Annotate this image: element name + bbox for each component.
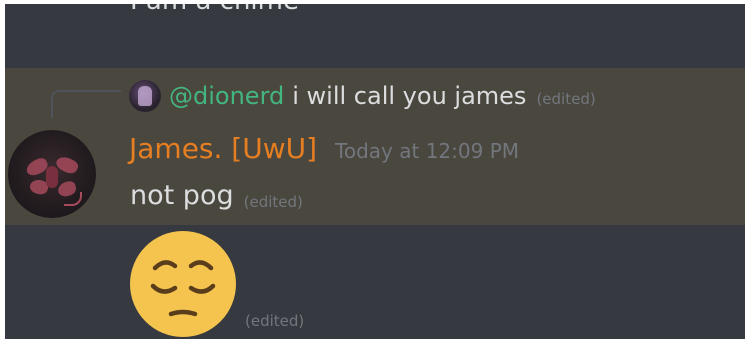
reply-text: i will call you james: [292, 82, 527, 110]
reply-reference[interactable]: @dionerd i will call you james (edited): [129, 80, 596, 112]
username[interactable]: James. [UwU]: [129, 132, 317, 165]
chat-panel: I am a chime @dionerd i will call you ja…: [5, 4, 745, 339]
previous-message-text: I am a chime: [130, 4, 299, 16]
pensive-face-emoji-icon[interactable]: [129, 230, 237, 338]
avatar[interactable]: [8, 130, 96, 218]
message-edited-label: (edited): [243, 193, 303, 211]
message-content: not pog (edited): [130, 180, 303, 211]
message-text: not pog: [130, 180, 234, 211]
replied-user-avatar[interactable]: [129, 80, 161, 112]
emoji-message: (edited): [129, 230, 304, 338]
reply-connector-line: [51, 90, 121, 118]
timestamp[interactable]: Today at 12:09 PM: [335, 139, 519, 163]
reply-mention[interactable]: @dionerd: [169, 82, 284, 110]
reply-edited-label: (edited): [536, 90, 596, 108]
message-header: James. [UwU] Today at 12:09 PM: [129, 132, 519, 165]
emoji-edited-label: (edited): [245, 312, 305, 330]
